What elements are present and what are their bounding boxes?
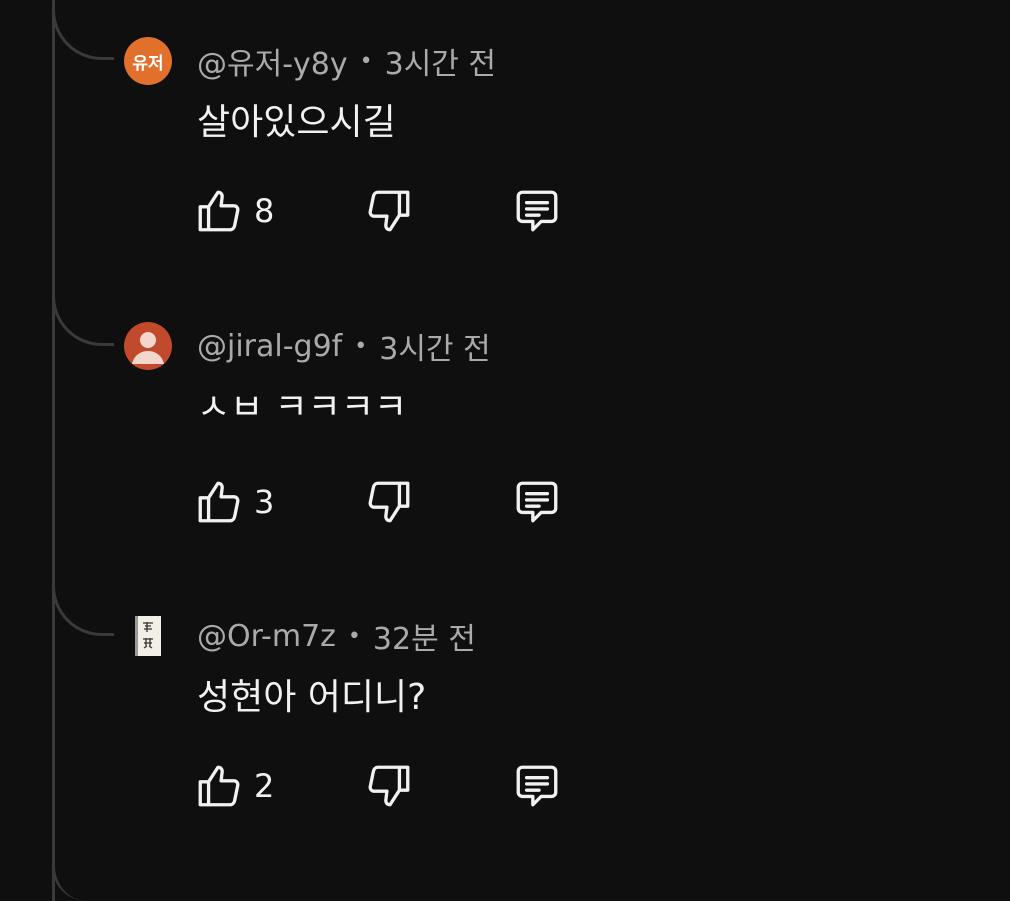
comment-actions: 8 xyxy=(194,185,562,237)
comment-text: ㅅㅂ ㅋㅋㅋㅋ xyxy=(197,387,408,428)
like-button[interactable]: 3 xyxy=(194,477,364,527)
avatar[interactable] xyxy=(124,322,172,370)
dislike-button[interactable] xyxy=(364,186,512,236)
comment-actions: 2 xyxy=(194,760,562,812)
like-count: 2 xyxy=(254,767,275,805)
comment-text: 살아있으시길 xyxy=(197,102,396,143)
comment-actions: 3 xyxy=(194,476,562,528)
comment-text: 성현아 어디니? xyxy=(197,677,427,718)
comment-item: @Or-m7z • 32분 전 성현아 어디니? 2 xyxy=(0,612,1010,901)
thumbs-down-icon xyxy=(368,190,410,232)
author-handle[interactable]: @유저-y8y xyxy=(197,39,348,83)
author-handle[interactable]: @Or-m7z xyxy=(197,619,336,654)
separator-dot: • xyxy=(359,48,373,74)
paper-scroll-icon xyxy=(135,616,161,656)
avatar[interactable]: 유저 xyxy=(124,37,172,85)
dislike-button[interactable] xyxy=(364,761,512,811)
thumbs-down-icon xyxy=(368,765,410,807)
avatar[interactable] xyxy=(135,616,161,656)
comment-time[interactable]: 32분 전 xyxy=(373,614,476,658)
like-count: 3 xyxy=(254,483,275,521)
separator-dot: • xyxy=(347,623,361,649)
comment-meta: @Or-m7z • 32분 전 xyxy=(197,614,476,658)
avatar-initials: 유저 xyxy=(132,53,164,74)
like-button[interactable]: 2 xyxy=(194,761,364,811)
thumbs-up-icon xyxy=(198,190,240,232)
dislike-button[interactable] xyxy=(364,477,512,527)
thumbs-down-icon xyxy=(368,481,410,523)
comment-item: 유저 @유저-y8y • 3시간 전 살아있으시길 8 xyxy=(0,37,1010,327)
reply-button[interactable] xyxy=(512,477,562,527)
reply-button[interactable] xyxy=(512,186,562,236)
reply-comment-icon xyxy=(516,481,558,523)
reply-comment-icon xyxy=(516,765,558,807)
comment-time[interactable]: 3시간 전 xyxy=(385,39,496,83)
comment-meta: @jiral-g9f • 3시간 전 xyxy=(197,324,491,368)
like-button[interactable]: 8 xyxy=(194,186,364,236)
thumbs-up-icon xyxy=(198,765,240,807)
reply-comment-icon xyxy=(516,190,558,232)
comment-time[interactable]: 3시간 전 xyxy=(379,324,490,368)
separator-dot: • xyxy=(354,333,368,359)
reply-button[interactable] xyxy=(512,761,562,811)
author-handle[interactable]: @jiral-g9f xyxy=(197,329,342,364)
like-count: 8 xyxy=(254,192,275,230)
thumbs-up-icon xyxy=(198,481,240,523)
comment-item: @jiral-g9f • 3시간 전 ㅅㅂ ㅋㅋㅋㅋ 3 xyxy=(0,322,1010,612)
comment-meta: @유저-y8y • 3시간 전 xyxy=(197,39,496,83)
default-person-icon xyxy=(132,332,164,364)
comment-thread: 유저 @유저-y8y • 3시간 전 살아있으시길 8 @jiral-g9f •… xyxy=(0,0,1010,901)
